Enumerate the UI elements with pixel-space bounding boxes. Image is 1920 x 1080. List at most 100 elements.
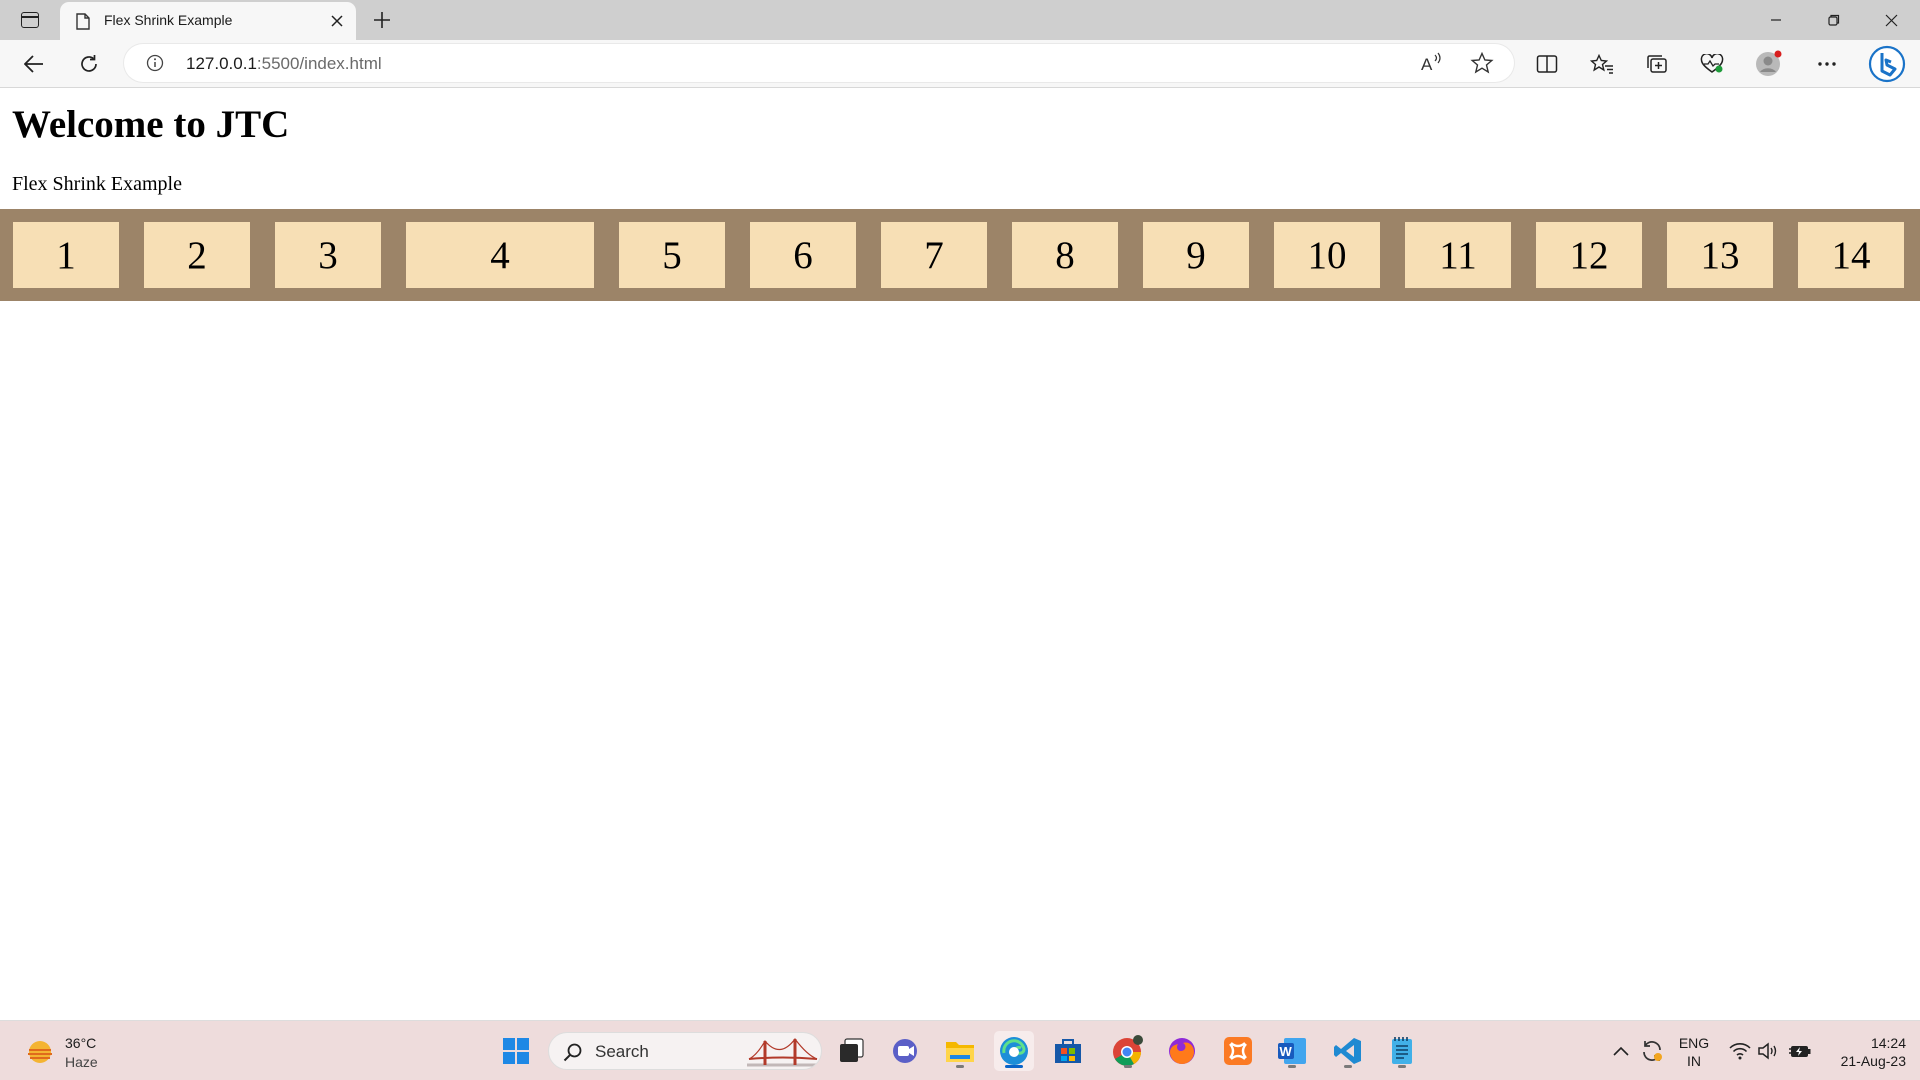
show-hidden-icons-button[interactable] [1608,1021,1634,1080]
input-language-indicator[interactable]: ENG IN [1670,1034,1718,1070]
svg-text:A: A [1421,55,1433,74]
refresh-icon [81,55,97,72]
flex-item-5: 5 [619,222,725,288]
store-icon [1055,1039,1081,1063]
tab-close-button[interactable] [326,10,348,32]
flex-item-10: 10 [1274,222,1380,288]
close-icon [331,15,343,27]
tab-actions-button[interactable] [14,8,46,32]
battery-charging-icon [1789,1046,1811,1057]
favorite-star-icon[interactable] [1470,52,1494,74]
running-indicator [1288,1065,1296,1068]
favorites-button[interactable] [1585,48,1619,80]
browser-toolbar: 127.0.0.1:5500/index.html A [0,40,1920,88]
profile-button[interactable] [1752,48,1786,80]
more-options-button[interactable] [1810,48,1844,80]
chevron-up-icon [1613,1046,1629,1056]
word-button[interactable]: W [1272,1031,1312,1071]
firefox-button[interactable] [1162,1031,1202,1071]
flex-item-2: 2 [144,222,250,288]
split-screen-button[interactable] [1530,48,1564,80]
start-button[interactable] [496,1031,536,1071]
xampp-icon [1224,1037,1252,1065]
notepad-button[interactable] [1382,1031,1422,1071]
plus-icon [374,12,390,28]
task-view-icon [840,1038,864,1062]
restore-icon [1828,14,1840,26]
restore-button[interactable] [1805,0,1863,40]
chat-camera-icon [893,1039,917,1063]
ellipsis-icon [1818,62,1836,66]
running-indicator [1124,1065,1132,1068]
tab-actions-icon [21,12,39,28]
refresh-button[interactable] [72,48,106,80]
teams-chat-button[interactable] [886,1031,926,1071]
xampp-button[interactable] [1218,1031,1258,1071]
flex-item-7: 7 [881,222,987,288]
wifi-icon [1729,1043,1751,1060]
running-indicator [1005,1065,1023,1068]
minimize-button[interactable] [1747,0,1805,40]
bing-icon [1868,45,1906,83]
edge-browser-button[interactable] [994,1031,1034,1071]
vscode-icon [1334,1038,1361,1064]
flex-item-12: 12 [1536,222,1642,288]
speaker-icon [1758,1042,1777,1060]
chrome-button[interactable] [1108,1031,1148,1071]
notepad-icon [1392,1037,1412,1064]
page-heading: Welcome to JTC [12,103,290,146]
weather-widget[interactable]: 36°C Haze [22,1033,142,1073]
vscode-button[interactable] [1328,1031,1368,1071]
flex-item-4: 4 [406,222,594,288]
flex-item-11: 11 [1405,222,1511,288]
heart-pulse-icon [1700,54,1724,73]
search-label: Search [595,1042,649,1061]
read-aloud-icon[interactable]: A [1420,52,1444,74]
system-clock[interactable]: 14:24 21-Aug-23 [1822,1034,1906,1070]
running-indicator [1398,1065,1406,1068]
running-indicator [1344,1065,1352,1068]
flex-item-9: 9 [1143,222,1249,288]
windows-taskbar: 36°C Haze Search W ENG IN 14:24 21-Aug-2… [0,1020,1920,1080]
url-text: 127.0.0.1:5500/index.html [186,54,382,73]
favorites-icon [1590,54,1613,74]
avatar-icon [1756,50,1782,76]
bridge-illustration-icon [747,1038,819,1067]
flex-item-1: 1 [13,222,119,288]
minimize-icon [1771,19,1781,21]
flex-container: 1 2 3 4 5 6 7 8 9 10 11 12 13 14 [0,209,1920,301]
back-button[interactable] [17,48,51,80]
file-explorer-button[interactable] [940,1031,980,1071]
web-page: Welcome to JTC Flex Shrink Example 12345… [0,89,1920,1019]
volume-button[interactable] [1754,1021,1782,1080]
battery-status-button[interactable] [1784,1021,1816,1080]
close-window-button[interactable] [1862,0,1920,40]
close-icon [1885,14,1897,26]
address-bar[interactable]: 127.0.0.1:5500/index.html A [124,44,1514,82]
browser-tab[interactable]: Flex Shrink Example [60,2,356,40]
new-tab-button[interactable] [369,7,395,33]
info-icon [146,54,164,72]
flex-item-3: 3 [275,222,381,288]
edge-icon [1000,1037,1028,1065]
copilot-button[interactable] [1867,44,1907,84]
wifi-status-button[interactable] [1726,1021,1754,1080]
flex-item-6: 6 [750,222,856,288]
word-icon: W [1278,1038,1306,1064]
flex-item-8: 8 [1012,222,1118,288]
hazy-sun-icon [28,1041,52,1063]
arrow-left-icon [24,55,43,73]
page-subtitle: Flex Shrink Example [12,173,182,195]
task-view-button[interactable] [832,1031,872,1071]
running-indicator [956,1065,964,1068]
weather-temperature: 36°C [65,1035,97,1051]
collections-button[interactable] [1640,48,1674,80]
flex-item-13: 13 [1667,222,1773,288]
sync-status-button[interactable] [1636,1021,1668,1080]
folder-icon [946,1042,974,1062]
weather-condition: Haze [65,1054,98,1070]
microsoft-store-button[interactable] [1048,1031,1088,1071]
tab-strip: Flex Shrink Example [0,0,1920,40]
taskbar-search[interactable]: Search [548,1032,822,1070]
browser-essentials-button[interactable] [1695,48,1729,80]
